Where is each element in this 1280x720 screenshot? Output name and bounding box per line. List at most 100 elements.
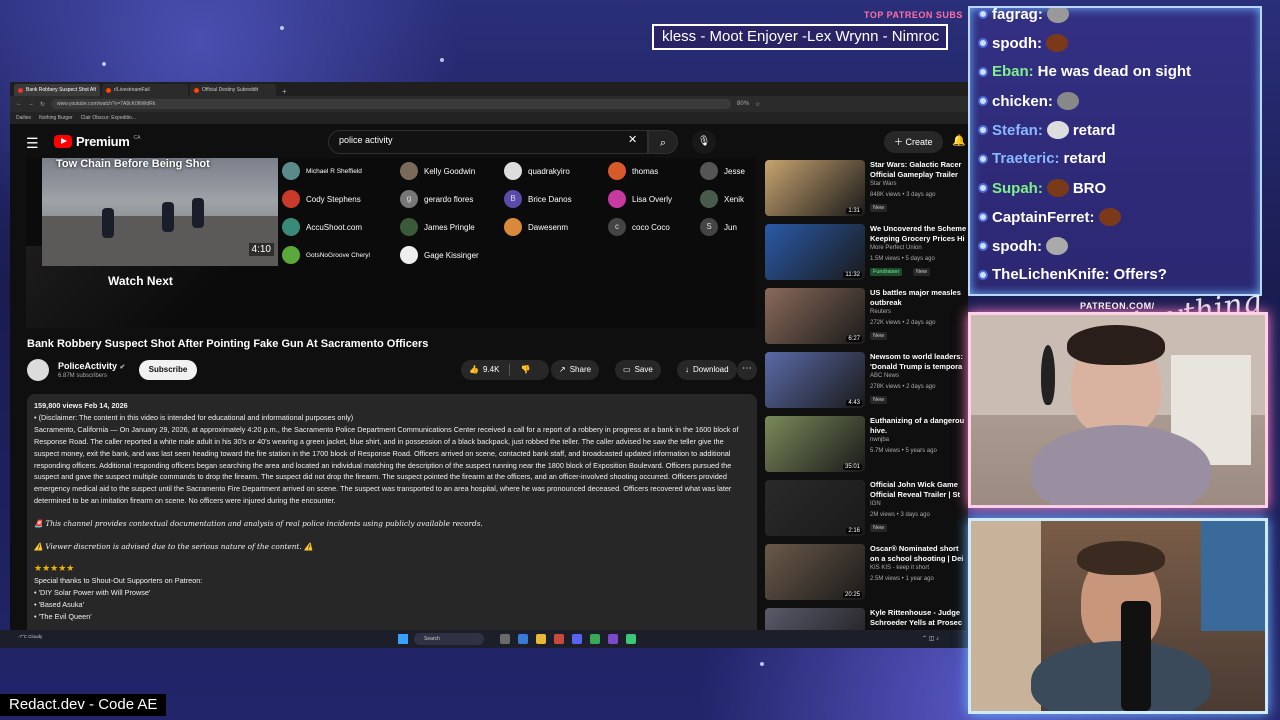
supporter-item[interactable]: Gage Kissinger (400, 246, 479, 264)
recommended-thumbnail[interactable]: 2:16 (765, 480, 865, 536)
menu-icon[interactable]: ☰ (26, 135, 39, 152)
recommended-title[interactable]: Newsom to world leaders: 'Donald Trump is… (870, 352, 968, 372)
chat-emote-icon (1098, 208, 1121, 226)
recommended-channel[interactable]: IGN (870, 501, 881, 507)
bookmark[interactable]: Dailies (16, 115, 31, 121)
share-button[interactable]: ↗ Share (551, 360, 600, 380)
chat-text: retard (1072, 121, 1116, 139)
recommended-title[interactable]: Kyle Rittenhouse - Judge Schroeder Yells … (870, 608, 968, 628)
video-description[interactable]: 159,800 views Feb 14, 2026 • (Disclaimer… (27, 394, 757, 648)
save-button[interactable]: ▭ Save (615, 360, 661, 380)
forward-icon[interactable]: → (28, 101, 34, 107)
taskbar-search[interactable]: Search (414, 633, 484, 645)
search-input[interactable]: police activity (328, 130, 648, 154)
recommended-title[interactable]: We Uncovered the Scheme Keeping Grocery P… (870, 224, 968, 244)
recommended-video[interactable]: 2:16 Official John Wick Game Official Reve… (765, 480, 968, 540)
recommended-channel[interactable]: Star Wars (870, 181, 896, 187)
bookmark-star-icon[interactable]: ☆ (755, 101, 760, 108)
browser-tab[interactable]: Bank Robbery Suspect Shot Aft (14, 84, 100, 96)
weather-widget[interactable]: -7°C Cloudy (18, 634, 42, 639)
supporter-item[interactable]: GotsNoGroove Cheryl (282, 246, 378, 264)
app-icon[interactable] (518, 634, 528, 644)
supporter-item[interactable]: Michael R Sheffield (282, 162, 378, 180)
supporter-item[interactable]: Xenik (700, 190, 744, 208)
recommended-title[interactable]: Oscar® Nominated short on a school shooti… (870, 544, 968, 564)
chat-bullet-icon (978, 96, 988, 106)
supporter-item[interactable]: B Brice Danos (504, 190, 572, 208)
recommended-channel[interactable]: KIS KIS - keep it short (870, 565, 929, 571)
app-icon[interactable] (608, 634, 618, 644)
channel-name[interactable]: PoliceActivity ✔ (58, 361, 125, 371)
recommended-title[interactable]: Star Wars: Galactic Racer Official Gamepl… (870, 160, 968, 180)
recommended-video[interactable]: 4:43 Newsom to world leaders: 'Donald Trum… (765, 352, 968, 412)
back-icon[interactable]: ← (16, 101, 22, 107)
description-disclaimer: • (Disclaimer: The content in this video… (34, 412, 354, 422)
supporter-item[interactable]: c coco Coco (608, 218, 670, 236)
bookmark[interactable]: Nothing Burger (39, 115, 73, 121)
recommended-thumbnail[interactable]: 20:25 (765, 544, 865, 600)
search-button[interactable]: ⌕ (648, 130, 678, 154)
recommended-video[interactable]: 20:25 Oscar® Nominated short on a school s… (765, 544, 968, 604)
discord-icon[interactable] (572, 634, 582, 644)
supporter-item[interactable]: Cody Stephens (282, 190, 361, 208)
supporter-item[interactable]: quadrakyiro (504, 162, 570, 180)
supporter-item[interactable]: Kelly Goodwin (400, 162, 475, 180)
recommended-thumbnail[interactable]: 4:43 (765, 352, 865, 408)
browser-tab[interactable]: Official Destiny Subreddit (190, 84, 276, 96)
create-button[interactable]: ＋ Create (884, 131, 943, 153)
new-tab-button[interactable]: + (282, 87, 287, 96)
recommended-title[interactable]: US battles major measles outbreak (870, 288, 968, 308)
download-button[interactable]: ↓ Download (677, 360, 737, 380)
notifications-bell-icon[interactable]: 🔔 (952, 134, 966, 147)
recommended-thumbnail[interactable]: 6:27 (765, 288, 865, 344)
recommended-channel[interactable]: ABC News (870, 373, 899, 379)
watch-next-thumbnail[interactable]: Tow Chain Before Being Shot 4:10 (42, 158, 278, 266)
supporter-item[interactable]: S Jun (700, 218, 737, 236)
supporter-item[interactable]: g gerardo flores (400, 190, 473, 208)
subscribe-button[interactable]: Subscribe (139, 360, 197, 380)
more-actions-icon[interactable]: ⋯ (737, 360, 757, 380)
supporter-item[interactable]: AccuShoot.com (282, 218, 362, 236)
recommended-thumbnail[interactable]: 1:31 (765, 160, 865, 216)
supporter-avatar (608, 162, 626, 180)
recommended-thumbnail[interactable]: 11:32 (765, 224, 865, 280)
supporter-item[interactable]: thomas (608, 162, 658, 180)
reload-icon[interactable]: ↻ (40, 101, 45, 108)
recommended-channel[interactable]: More Perfect Union (870, 245, 922, 251)
supporter-name: Lisa Overly (632, 194, 673, 204)
supporter-item[interactable]: James Pringle (400, 218, 475, 236)
recommended-video[interactable]: 1:31 Star Wars: Galactic Racer Official Ga… (765, 160, 968, 220)
youtube-logo[interactable]: Premium CA (54, 134, 140, 149)
recommended-video[interactable]: 35:01 Euthanizing of a dangerou hive. nwnjb… (765, 416, 968, 476)
supporter-item[interactable]: Jesse (700, 162, 745, 180)
dislike-icon[interactable]: 👎 (520, 360, 530, 380)
channel-avatar[interactable] (27, 359, 49, 381)
recommended-channel[interactable]: Reuters (870, 309, 891, 315)
url-field[interactable]: www.youtube.com/watch?v=7A8cK0lhWdRk (51, 99, 732, 109)
supporter-avatar (282, 190, 300, 208)
clear-search-icon[interactable]: ✕ (628, 133, 637, 146)
like-icon[interactable]: 👍 (469, 360, 479, 380)
app-icon[interactable] (500, 634, 510, 644)
folder-icon[interactable] (536, 634, 546, 644)
supporter-avatar (400, 246, 418, 264)
supporter-item[interactable]: Lisa Overly (608, 190, 672, 208)
supporter-item[interactable]: Dawesenm (504, 218, 568, 236)
app-icon[interactable] (554, 634, 564, 644)
browser-tab[interactable]: r/LivestreamFail (102, 84, 188, 96)
bookmark[interactable]: Clair Obscur: Expeditio... (81, 115, 136, 121)
like-count[interactable]: 9.4K (483, 360, 499, 380)
recommended-thumbnail[interactable]: 35:01 (765, 416, 865, 472)
recommended-video[interactable]: 6:27 US battles major measles outbreak Reut… (765, 288, 968, 348)
zoom-level[interactable]: 80% (737, 101, 749, 107)
system-tray[interactable]: ⌃ ◫ ♪ (922, 635, 939, 642)
start-menu-icon[interactable] (398, 634, 408, 644)
recommended-channel[interactable]: nwnjba (870, 437, 889, 443)
chrome-icon[interactable] (590, 634, 600, 644)
microphone-icon[interactable]: 🎙 (692, 130, 716, 154)
recommended-video[interactable]: 11:32 We Uncovered the Scheme Keeping Groc… (765, 224, 968, 284)
recommended-title[interactable]: Euthanizing of a dangerou hive. (870, 416, 968, 436)
video-player[interactable]: Tow Chain Before Being Shot 4:10 Watch N… (26, 158, 756, 328)
app-icon[interactable] (626, 634, 636, 644)
recommended-title[interactable]: Official John Wick Game Official Reveal T… (870, 480, 968, 500)
